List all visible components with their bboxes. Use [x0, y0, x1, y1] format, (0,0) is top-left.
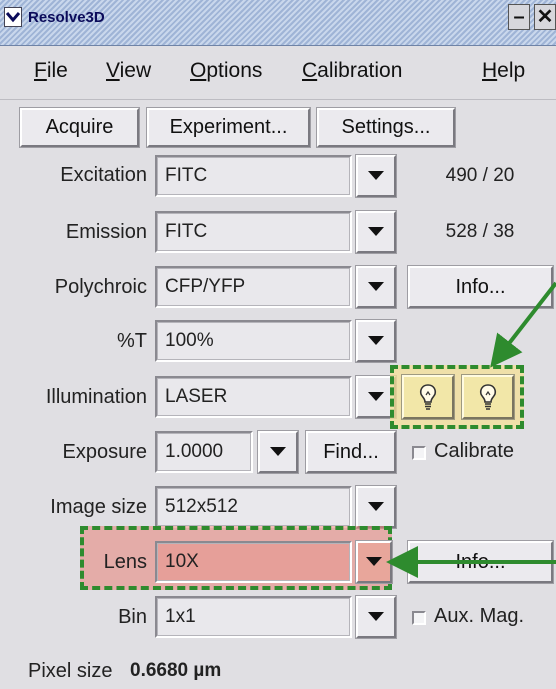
arrow-to-illumination: [490, 281, 556, 368]
annotation-arrows: [386, 281, 556, 578]
